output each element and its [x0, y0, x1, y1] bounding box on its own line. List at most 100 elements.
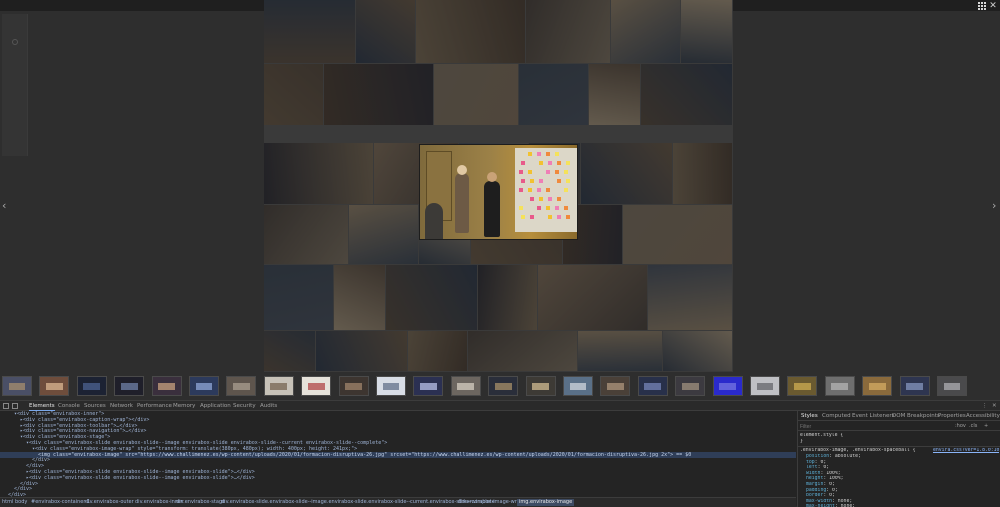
gallery-thumbnail[interactable] [712, 376, 743, 396]
gallery-thumbnail[interactable] [338, 376, 369, 396]
breadcrumb-item[interactable]: img.envirabox-image [517, 499, 575, 506]
collage-photo [264, 331, 315, 371]
grid-icon[interactable] [978, 2, 986, 10]
devtools-tab-sources[interactable]: Sources [84, 402, 106, 410]
add-rule-button[interactable]: + [984, 423, 988, 430]
breadcrumb-item[interactable]: div.envirabox-slide.envirabox-slide--ima… [221, 499, 495, 506]
gallery-thumbnail[interactable] [787, 376, 818, 396]
chevron-left-icon[interactable]: ‹ [2, 200, 6, 211]
styles-tab-accessibility[interactable]: Accessibility [966, 412, 1000, 420]
styles-tab-styles[interactable]: Styles [801, 412, 818, 420]
gallery-thumbnail[interactable] [937, 376, 967, 396]
collage-photo [673, 143, 732, 204]
inspect-icon[interactable] [3, 403, 9, 409]
collage-photo [386, 265, 477, 330]
gallery-thumbnail[interactable] [2, 376, 32, 396]
collage-photo [316, 331, 407, 371]
gallery-thumbnail[interactable] [824, 376, 855, 396]
devtools-tab-memory[interactable]: Memory [173, 402, 195, 410]
collage-photo [623, 205, 732, 264]
collage-photo [349, 205, 418, 264]
collage-photo [526, 0, 610, 63]
gallery-thumbnail[interactable] [413, 376, 444, 396]
collage-photo [264, 205, 348, 264]
gallery-thumbnail[interactable] [226, 376, 257, 396]
collage-photo [611, 0, 680, 63]
gallery-thumbnail[interactable] [899, 376, 930, 396]
collage-photo [408, 331, 467, 371]
gallery-thumbnail[interactable] [750, 376, 780, 396]
gallery-thumbnail[interactable] [39, 376, 70, 396]
collage-photo [434, 64, 518, 125]
collage-photo [538, 265, 647, 330]
gallery-thumbnail[interactable] [563, 376, 593, 396]
gallery-thumbnail[interactable] [151, 376, 182, 396]
collage-photo [356, 0, 415, 63]
gallery-thumbnail[interactable] [637, 376, 668, 396]
styles-tab-properties[interactable]: Properties [938, 412, 966, 420]
close-icon[interactable]: ✕ [989, 2, 997, 11]
gallery-thumbnail[interactable] [525, 376, 556, 396]
hov-toggle[interactable]: :hov [955, 423, 966, 430]
chevron-right-icon[interactable]: › [992, 200, 996, 211]
collage-photo [264, 143, 373, 204]
gallery-thumbnail[interactable] [189, 376, 219, 396]
styles-tab-computed[interactable]: Computed [822, 412, 851, 420]
collage-photo [264, 64, 323, 125]
breadcrumb-item[interactable]: body [15, 499, 27, 506]
thumbnail-strip [0, 374, 1000, 398]
breadcrumb-item[interactable]: div.envirabox-outer [85, 499, 134, 506]
gallery-thumbnail[interactable] [376, 376, 406, 396]
styles-pane: Styles Computed Event Listeners DOM Breakpo… [797, 411, 1000, 507]
gallery-thumbnail[interactable] [862, 376, 893, 396]
devtools-tab-audits[interactable]: Audits [260, 402, 277, 410]
main-slide-image [420, 145, 577, 239]
gallery-thumbnail[interactable] [114, 376, 145, 396]
close-devtools-icon[interactable]: ✕ [992, 402, 997, 410]
breadcrumb-item[interactable]: #envirabox-container-1 [31, 499, 90, 506]
collage-photo [581, 143, 672, 204]
breadcrumb-item[interactable]: html [2, 499, 13, 506]
collage-photo [519, 64, 588, 125]
styles-filter-row: :hov .cls + [798, 422, 1000, 431]
gallery-thumbnail[interactable] [600, 376, 631, 396]
sticky-note-board [515, 148, 577, 232]
collage-photo [468, 331, 577, 371]
collage-photo [589, 64, 640, 125]
devtools-tabbar: Elements Console Sources Network Performance… [0, 401, 1000, 411]
devtools-tab-performance[interactable]: Performance [137, 402, 172, 410]
collage-photo [663, 331, 732, 371]
collage-photo [478, 265, 537, 330]
gallery-thumbnail[interactable] [263, 376, 294, 396]
gallery-thumbnail[interactable] [450, 376, 481, 396]
collage-photo [264, 265, 333, 330]
collage-photo [681, 0, 732, 63]
element-style-close: } [800, 439, 803, 444]
cls-toggle[interactable]: .cls [969, 423, 977, 430]
devtools-tab-console[interactable]: Console [58, 402, 80, 410]
gallery-thumbnail[interactable] [76, 376, 107, 396]
devtools-panel: Elements Console Sources Network Performance… [0, 400, 1000, 507]
device-toggle-icon[interactable] [12, 403, 18, 409]
styles-filter-input[interactable] [800, 423, 940, 430]
breadcrumb-item[interactable]: div.envirabox-stage [176, 499, 225, 506]
gallery-thumbnail[interactable] [675, 376, 706, 396]
devtools-tab-security[interactable]: Security [233, 402, 256, 410]
devtools-tab-elements[interactable]: Elements [29, 402, 55, 411]
breadcrumb-item[interactable]: div.envirabox-image-wrap [458, 499, 523, 506]
styles-tabbar: Styles Computed Event Listeners DOM Breakpo… [798, 411, 1000, 421]
devtools-tab-network[interactable]: Network [110, 402, 133, 410]
elements-tree: ▾<div class="envirabox-inner"> ▸<div clas… [0, 411, 796, 497]
lightbox-viewport: ✕ ‹ › [0, 0, 1000, 400]
gallery-thumbnail[interactable] [488, 376, 519, 396]
gallery-thumbnail[interactable] [301, 376, 332, 396]
collage-photo [641, 64, 732, 125]
styles-tab-dom-breakpoints[interactable]: DOM Breakpoints [892, 412, 940, 420]
collage-photo [264, 0, 355, 63]
devtools-tab-application[interactable]: Application [200, 402, 231, 410]
side-widget [2, 14, 28, 156]
collage-photo [578, 331, 662, 371]
more-options-icon[interactable]: ⋮ [982, 402, 988, 410]
styles-tab-event-listeners[interactable]: Event Listeners [852, 412, 895, 420]
collage-photo [416, 0, 525, 63]
